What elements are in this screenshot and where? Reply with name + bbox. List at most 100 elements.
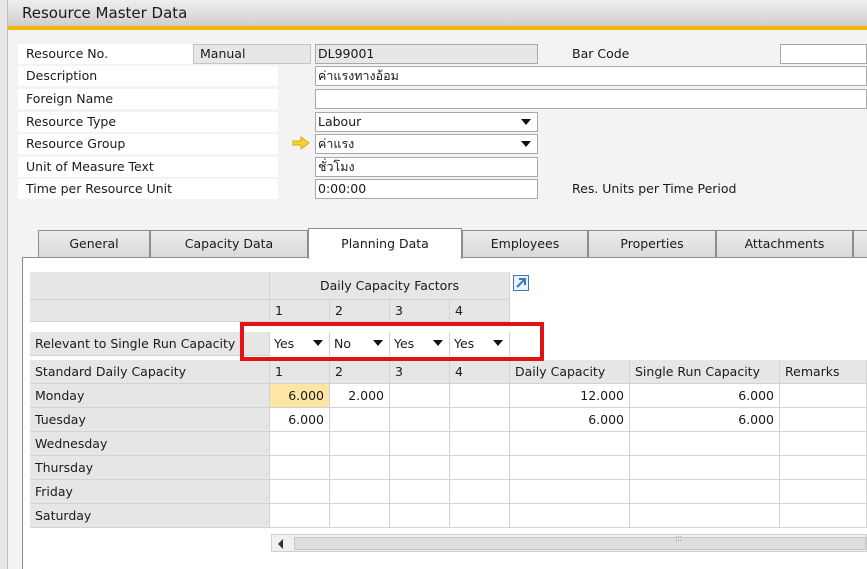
factor-col-2: 2: [330, 300, 390, 322]
cell-c3[interactable]: [390, 432, 450, 456]
cell-c4[interactable]: [450, 384, 510, 408]
cell-c2[interactable]: [330, 480, 390, 504]
cell-c4[interactable]: [450, 480, 510, 504]
tab-properties[interactable]: Properties: [588, 230, 716, 257]
cell-c4[interactable]: [450, 432, 510, 456]
day-label: Monday: [30, 384, 270, 408]
col-1: 1: [270, 360, 330, 384]
grid-corner: [30, 300, 270, 322]
time-per-unit-field[interactable]: 0:00:00: [315, 179, 538, 199]
chevron-down-icon: [521, 119, 531, 125]
day-label: Wednesday: [30, 432, 270, 456]
resource-group-select[interactable]: ค่าแรง: [315, 134, 538, 154]
cell-c1[interactable]: 6.000: [270, 408, 330, 432]
cell-c2[interactable]: 2.000: [330, 384, 390, 408]
foreign-name-field[interactable]: [315, 89, 867, 109]
tab-employees[interactable]: Employees: [462, 230, 588, 257]
description-label: Description: [26, 68, 98, 83]
cell-remarks[interactable]: [780, 504, 867, 528]
factor-col-4: 4: [450, 300, 510, 322]
bar-code-label: Bar Code: [572, 46, 630, 61]
cell-single-run-capacity[interactable]: [630, 480, 780, 504]
cell-c1[interactable]: [270, 432, 330, 456]
resource-type-value: Labour: [318, 114, 362, 129]
cell-c2[interactable]: [330, 408, 390, 432]
cell-c1[interactable]: 6.000: [270, 384, 330, 408]
cell-c4[interactable]: [450, 456, 510, 480]
tab-planning-data[interactable]: Planning Data: [308, 228, 462, 259]
cell-remarks[interactable]: [780, 408, 867, 432]
cell-remarks[interactable]: [780, 456, 867, 480]
tab-overflow[interactable]: [853, 230, 867, 257]
resource-type-select[interactable]: Labour: [315, 112, 538, 132]
window-left-edge: [0, 0, 8, 569]
cell-remarks[interactable]: [780, 384, 867, 408]
day-label: Thursday: [30, 456, 270, 480]
uom-text-label: Unit of Measure Text: [26, 159, 154, 174]
cell-single-run-capacity[interactable]: [630, 504, 780, 528]
col-remarks: Remarks: [780, 360, 867, 384]
cell-remarks[interactable]: [780, 480, 867, 504]
cell-c1[interactable]: [270, 480, 330, 504]
window-title: Resource Master Data: [8, 0, 867, 30]
cell-single-run-capacity[interactable]: 6.000: [630, 384, 780, 408]
cell-single-run-capacity[interactable]: [630, 456, 780, 480]
uom-text-field[interactable]: ชั่วโมง: [315, 157, 538, 177]
scroll-thumb[interactable]: :::: [294, 534, 866, 550]
cell-c1[interactable]: [270, 456, 330, 480]
cell-c2[interactable]: [330, 456, 390, 480]
factor-col-3: 3: [390, 300, 450, 322]
factor-col-1: 1: [270, 300, 330, 322]
cell-daily-capacity[interactable]: [510, 456, 630, 480]
cell-c4[interactable]: [450, 504, 510, 528]
highlight-box: [240, 322, 544, 361]
chevron-down-icon: [521, 141, 531, 147]
cell-c2[interactable]: [330, 432, 390, 456]
time-per-unit-label: Time per Resource Unit: [26, 181, 173, 196]
cell-c3[interactable]: [390, 504, 450, 528]
cell-daily-capacity[interactable]: 12.000: [510, 384, 630, 408]
factors-header: Daily Capacity Factors: [270, 272, 510, 300]
cell-c2[interactable]: [330, 504, 390, 528]
col-3: 3: [390, 360, 450, 384]
resource-no-field[interactable]: DL99001: [315, 44, 538, 64]
relevant-label: Relevant to Single Run Capacity: [30, 332, 270, 356]
tab-attachments[interactable]: Attachments: [716, 230, 853, 257]
scroll-left-icon[interactable]: [276, 538, 286, 550]
cell-c3[interactable]: [390, 384, 450, 408]
resource-no-label: Resource No.: [26, 46, 109, 61]
resource-type-label: Resource Type: [26, 114, 117, 129]
col-single-run-capacity: Single Run Capacity: [630, 360, 780, 384]
cell-single-run-capacity[interactable]: [630, 432, 780, 456]
cell-daily-capacity[interactable]: [510, 504, 630, 528]
col-2: 2: [330, 360, 390, 384]
cell-c1[interactable]: [270, 504, 330, 528]
horizontal-scrollbar[interactable]: :::: [271, 534, 867, 552]
day-label: Saturday: [30, 504, 270, 528]
expand-icon[interactable]: [513, 275, 529, 291]
col-4: 4: [450, 360, 510, 384]
tab-general[interactable]: General: [38, 230, 150, 257]
cell-c3[interactable]: [390, 408, 450, 432]
cell-c3[interactable]: [390, 480, 450, 504]
description-field[interactable]: ค่าแรงทางอ้อม: [315, 66, 867, 86]
cell-single-run-capacity[interactable]: 6.000: [630, 408, 780, 432]
bar-code-field[interactable]: [780, 44, 867, 64]
cell-daily-capacity[interactable]: 6.000: [510, 408, 630, 432]
series-select[interactable]: Manual: [193, 44, 311, 64]
grid-corner: [30, 272, 270, 300]
day-label: Tuesday: [30, 408, 270, 432]
cell-daily-capacity[interactable]: [510, 480, 630, 504]
col-standard-daily: Standard Daily Capacity: [30, 360, 270, 384]
resource-group-value: ค่าแรง: [318, 136, 355, 151]
resource-group-label: Resource Group: [26, 136, 126, 151]
link-arrow-icon[interactable]: [292, 136, 310, 150]
cell-remarks[interactable]: [780, 432, 867, 456]
res-units-label: Res. Units per Time Period: [572, 181, 737, 196]
tab-capacity-data[interactable]: Capacity Data: [150, 230, 308, 257]
cell-c4[interactable]: [450, 408, 510, 432]
cell-daily-capacity[interactable]: [510, 432, 630, 456]
cell-c3[interactable]: [390, 456, 450, 480]
planning-grid: Daily Capacity Factors 1 2 3 4 Relevant …: [30, 272, 867, 532]
grip-icon: :::: [675, 534, 682, 544]
